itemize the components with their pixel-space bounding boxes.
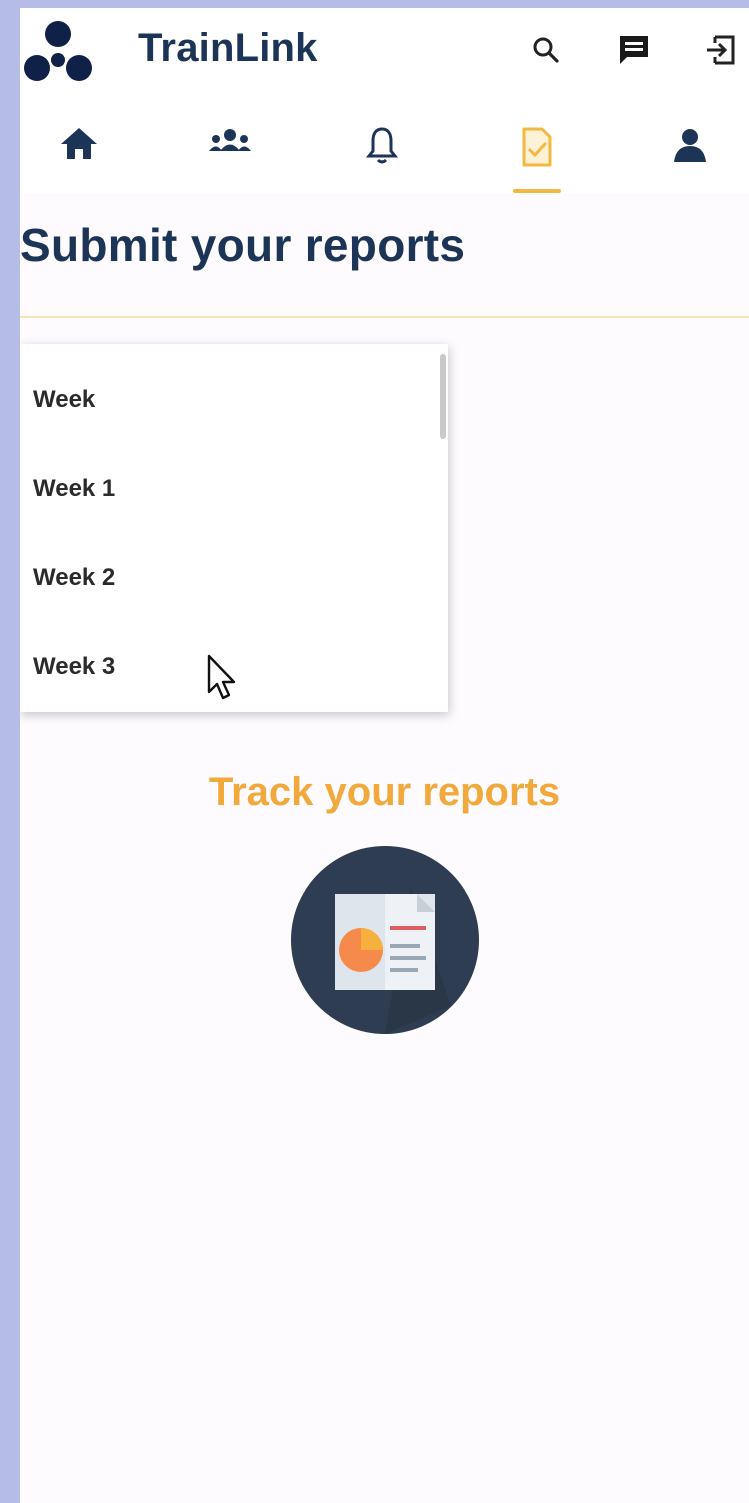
tab-groups[interactable] (195, 108, 265, 193)
tab-reports[interactable] (502, 108, 572, 193)
app-title: TrainLink (138, 26, 318, 70)
bottom-tab-bar (20, 108, 749, 193)
page-title: Submit your reports (20, 219, 466, 271)
chat-icon[interactable] (614, 30, 654, 70)
home-icon (59, 126, 99, 165)
report-chart-icon[interactable] (291, 846, 479, 1034)
person-icon (670, 126, 710, 171)
dropdown-option-week-2[interactable]: Week 2 (33, 564, 115, 592)
app-logo-icon[interactable] (24, 18, 92, 84)
app-screen: TrainLink Submit your reports Week Week … (20, 8, 749, 1503)
window-frame-top (0, 0, 749, 8)
groups-icon (204, 126, 256, 165)
app-frame: TrainLink Submit your reports Week Week … (0, 0, 749, 1503)
dropdown-option-week-3[interactable]: Week 3 (33, 653, 115, 681)
active-tab-indicator (513, 189, 561, 193)
mouse-cursor-icon (206, 654, 242, 706)
report-check-icon (520, 126, 554, 173)
title-divider (20, 316, 749, 318)
track-reports-title: Track your reports (20, 770, 749, 815)
bell-icon (365, 126, 399, 171)
tab-profile[interactable] (655, 108, 725, 193)
window-frame-left (0, 0, 20, 1503)
search-icon[interactable] (526, 30, 566, 70)
app-header: TrainLink (20, 8, 749, 193)
dropdown-scrollbar[interactable] (440, 354, 446, 439)
tab-home[interactable] (44, 108, 114, 193)
dropdown-option-week-1[interactable]: Week 1 (33, 475, 115, 503)
track-reports-label: Track your reports (208, 770, 561, 814)
tab-notifications[interactable] (347, 108, 417, 193)
dropdown-option-week[interactable]: Week (33, 386, 95, 414)
logout-icon[interactable] (700, 30, 740, 70)
